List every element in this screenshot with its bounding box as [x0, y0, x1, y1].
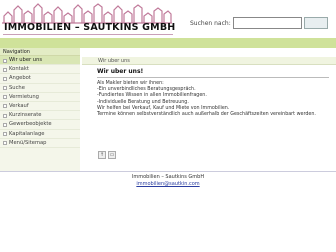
bullet-icon: [3, 76, 7, 81]
main-content: Wir uber uns! Als Makler bieten wir ihne…: [97, 68, 333, 118]
sidebar-item-kurzinserate[interactable]: Kurzinserate: [0, 111, 80, 121]
logo-underline: [3, 34, 173, 35]
sidebar-item-angebot[interactable]: Angebot: [0, 74, 80, 84]
bullet-icon: [3, 58, 7, 63]
print-icon[interactable]: ▭: [108, 151, 116, 159]
nav-title: Navigation: [0, 48, 80, 56]
skyline-logo-icon: [2, 3, 172, 24]
bullet-icon: [3, 67, 7, 72]
content-line: Termine können selbstverständlich auch a…: [97, 112, 316, 118]
search-input[interactable]: [233, 17, 302, 29]
sidebar-item-vermietung[interactable]: Vermietung: [0, 93, 80, 102]
back-to-top-icon[interactable]: ↑: [98, 151, 106, 159]
footer-divider: [0, 171, 336, 172]
bullet-icon: [3, 86, 7, 91]
bullet-icon: [3, 132, 7, 136]
sidebar-item-label: Menü/Sitemap: [9, 139, 47, 146]
breadcrumb: Wir uber uns: [82, 57, 336, 65]
sidebar-item-label: Wir uber uns: [9, 57, 43, 63]
sidebar-item-sitemap[interactable]: Menü/Sitemap: [0, 139, 80, 148]
sidebar-item-wir-uber-uns[interactable]: Wir uber uns: [0, 56, 80, 66]
sidebar-item-label: Angebot: [9, 75, 31, 82]
bullet-icon: [3, 104, 7, 109]
sidebar-item-label: Verkauf: [9, 102, 29, 109]
search-button[interactable]: [304, 17, 328, 29]
sidebar-item-verkauf[interactable]: Verkauf: [0, 102, 80, 112]
footer: Immobilien – Sautkins GmbH immobilien@sa…: [0, 174, 336, 187]
sidebar-item-gewerbeobjekte[interactable]: Gewerbeobjekte: [0, 120, 80, 130]
sidebar-item-label: Suche: [9, 84, 25, 91]
bullet-icon: [3, 122, 7, 127]
sidebar: Navigation Wir uber uns Kontakt Angebot …: [0, 48, 80, 172]
bullet-icon: [3, 95, 7, 100]
logo-text[interactable]: IMMOBILIEN – SAUTKINS GMBH: [4, 22, 175, 33]
sidebar-item-kapitalanlage[interactable]: Kapitalanlage: [0, 130, 80, 139]
bullet-icon: [3, 113, 7, 118]
sidebar-item-suche[interactable]: Suche: [0, 84, 80, 93]
header: IMMOBILIEN – SAUTKINS GMBH Suchen nach:: [0, 0, 336, 40]
breadcrumb-current: Wir uber uns: [98, 58, 130, 64]
sidebar-item-kontakt[interactable]: Kontakt: [0, 65, 80, 75]
bullet-icon: [3, 141, 7, 146]
sidebar-item-label: Gewerbeobjekte: [9, 121, 52, 128]
page-tools: ↑ ▭: [98, 151, 118, 159]
page-title: Wir uber uns!: [97, 68, 144, 75]
footer-email-link[interactable]: immobilien@sautkin.com: [136, 181, 199, 187]
title-divider: [97, 77, 329, 78]
top-accent-bar: [0, 38, 336, 48]
sidebar-item-label: Kurzinserate: [9, 112, 42, 119]
sidebar-item-label: Kontakt: [9, 66, 29, 73]
sidebar-item-label: Kapitalanlage: [9, 130, 45, 137]
sidebar-item-label: Vermietung: [9, 93, 39, 100]
search-label: Suchen nach:: [190, 20, 231, 27]
